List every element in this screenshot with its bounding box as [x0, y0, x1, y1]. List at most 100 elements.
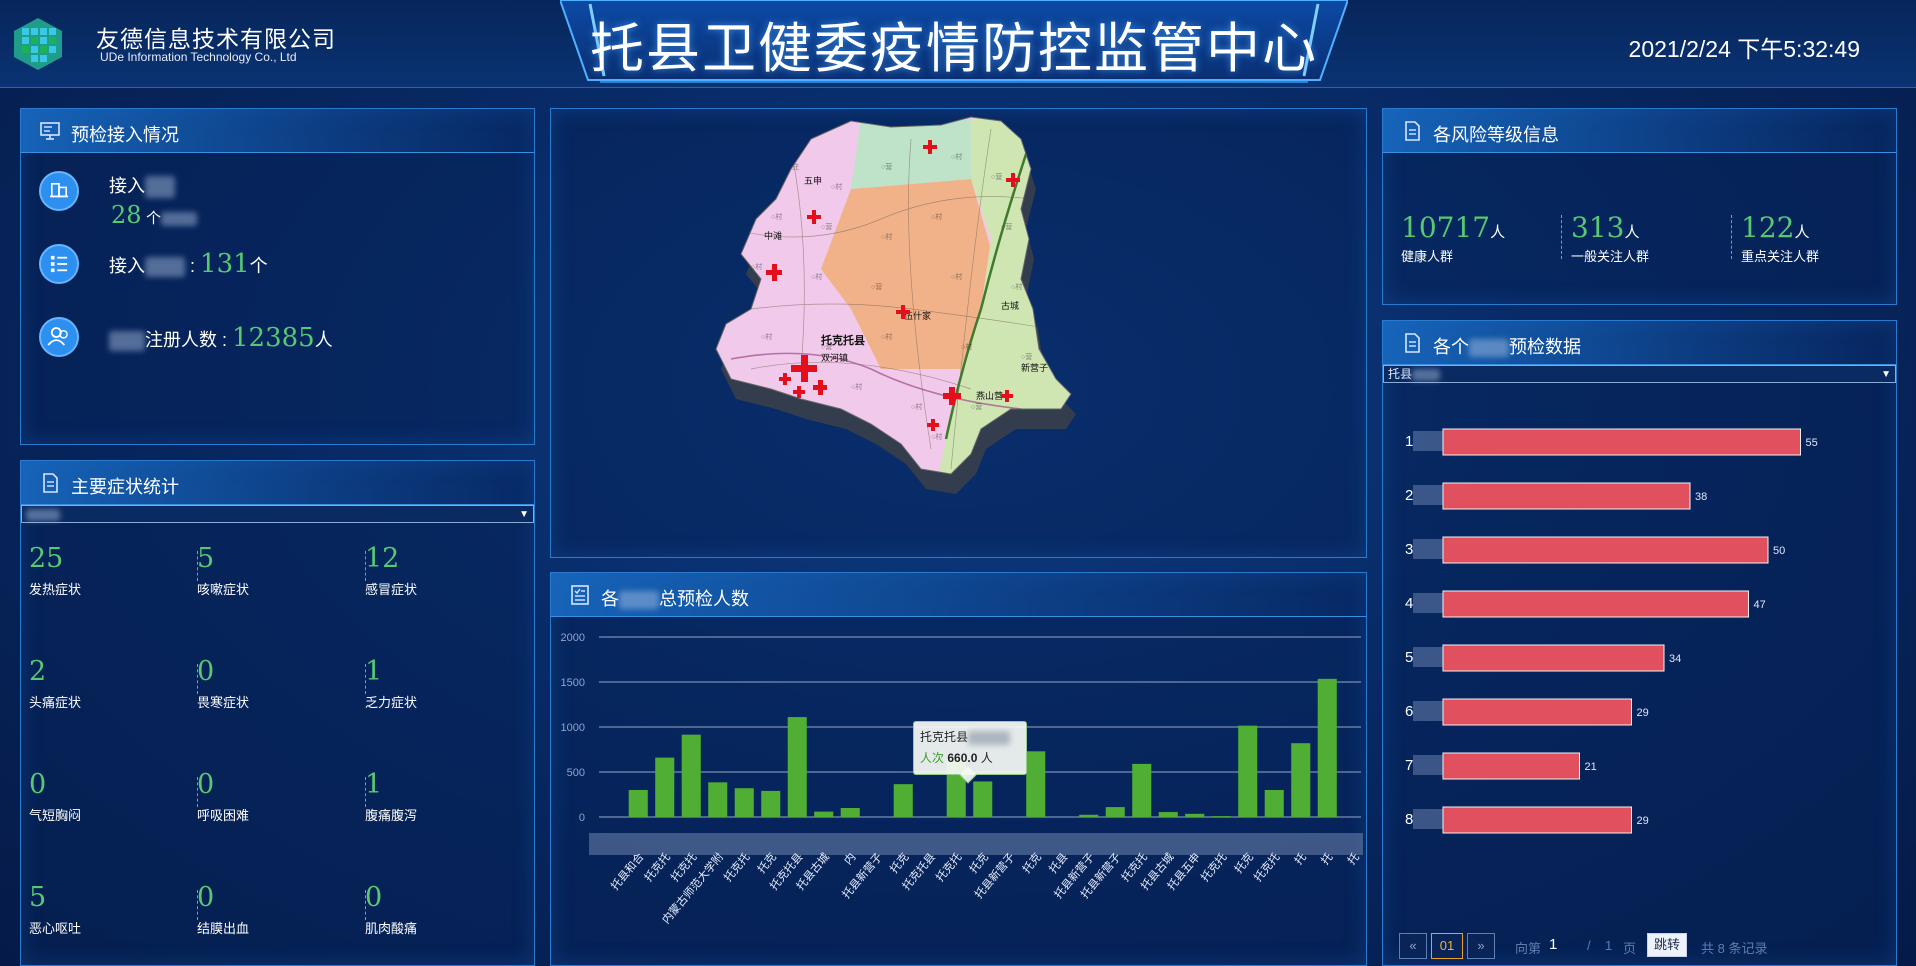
town-bar[interactable]: [814, 811, 834, 817]
county-map[interactable]: ○村庄○村○营○村○营 ○村○营○村○村○营 ○村○村○营○村○村 ○村○营○村…: [551, 109, 1368, 559]
site-label: 3: [1405, 541, 1413, 558]
symptom-count: 5: [29, 882, 47, 913]
site-bar[interactable]: [1442, 536, 1769, 564]
tooltip-title: 托克托县: [920, 730, 969, 744]
site-bar[interactable]: [1442, 428, 1801, 456]
prev-page-button[interactable]: «: [1399, 933, 1427, 959]
town-bar[interactable]: [840, 808, 860, 817]
site-bar[interactable]: [1442, 698, 1632, 726]
bar-value-label: 55: [1806, 437, 1818, 449]
svg-text:○村: ○村: [951, 272, 962, 281]
risk-level-panel: 各风险等级信息 10717人 健康人群 313人 一般关注人群 122人 重点关注人群: [1382, 108, 1897, 305]
site-precheck-bar-chart[interactable]: 1 55 2 38 3 50 4 47 5 34 6 29 7 21 8 29: [1383, 385, 1896, 885]
town-bar[interactable]: [1317, 678, 1337, 817]
town-label: 托克托县: [821, 333, 865, 347]
town-bar[interactable]: [1185, 813, 1205, 817]
pager-slash: /: [1587, 938, 1591, 953]
access-row2: 接入 : 131个: [109, 249, 268, 279]
redacted-text: [145, 257, 185, 278]
symptom-label: 气短胸闷: [29, 808, 82, 823]
document-icon: [43, 473, 58, 493]
town-bar[interactable]: [1238, 725, 1258, 817]
site-label: 4: [1405, 595, 1413, 612]
risk-stat: 313人 一般关注人群: [1561, 211, 1731, 265]
stat-divider: [1561, 215, 1562, 259]
page-number-button[interactable]: 01: [1431, 933, 1463, 959]
symptom-label: 腹痛腹泻: [365, 808, 418, 823]
redacted-text: [26, 508, 60, 521]
site-bar[interactable]: [1442, 482, 1691, 510]
x-tick-label: 托县和合: [608, 850, 647, 893]
risk-count: 313: [1571, 211, 1625, 244]
town-bar[interactable]: [1026, 751, 1046, 817]
town-bar[interactable]: [761, 790, 781, 817]
town-bar[interactable]: [628, 790, 648, 817]
next-page-button[interactable]: »: [1467, 933, 1495, 959]
town-bar[interactable]: [1264, 790, 1284, 817]
tooltip-unit: 人: [980, 751, 993, 765]
symptom-label: 呼吸困难: [197, 808, 250, 823]
access-row1-value-group: 28 个: [111, 201, 198, 229]
document-icon: [1405, 121, 1420, 141]
site-filter-value: 托县: [1388, 367, 1413, 381]
site-bar[interactable]: [1442, 752, 1580, 780]
company-logo-icon: [14, 18, 62, 70]
bar-value-label: 34: [1669, 653, 1681, 665]
risk-unit: 人: [1794, 224, 1810, 241]
symptom-panel: 主要症状统计 ▼ 25 发热症状 5 咳嗽症状 12 感冒症状 2 头痛症状 0 畏寒症状 1 乏力症…: [20, 460, 535, 966]
symptom-filter-select[interactable]: ▼: [21, 505, 534, 523]
town-panel-header: 各 总预检人数: [551, 573, 1366, 617]
tooltip-value: 660.0: [947, 751, 978, 765]
site-bar[interactable]: [1442, 590, 1749, 618]
precheck-panel-title: 预检接入情况: [71, 125, 179, 145]
chevron-down-icon: ▼: [519, 509, 529, 520]
town-bar[interactable]: [1132, 763, 1152, 817]
town-bar[interactable]: [787, 717, 807, 817]
town-bar[interactable]: [1158, 812, 1178, 817]
town-bar[interactable]: [1079, 814, 1099, 817]
svg-text:○营: ○营: [871, 282, 882, 291]
town-bar[interactable]: [681, 734, 701, 817]
symptom-stat: 5 咳嗽症状: [197, 543, 367, 633]
site-filter-select[interactable]: 托县 ▼: [1383, 365, 1896, 383]
town-bar[interactable]: [1105, 807, 1125, 817]
town-label: 燕山营: [976, 390, 1003, 401]
town-bar[interactable]: [973, 781, 993, 817]
redacted-text: [1413, 539, 1443, 559]
town-label: 五申: [804, 175, 822, 186]
town-bar[interactable]: [893, 784, 913, 817]
town-bar[interactable]: [1211, 816, 1231, 817]
x-tick-label: 托克托: [933, 850, 965, 884]
redacted-text: [968, 730, 1011, 745]
town-bar[interactable]: [655, 757, 675, 817]
site-bar[interactable]: [1442, 806, 1632, 834]
company-english-name: UDe Information Technology Co., Ltd: [100, 50, 297, 64]
goto-page-input[interactable]: 1: [1549, 936, 1557, 953]
town-bar[interactable]: [1291, 743, 1311, 817]
town-panel-title-a: 各: [601, 589, 619, 609]
bar-value-label: 29: [1637, 707, 1649, 719]
town-bar[interactable]: [708, 782, 728, 817]
jump-button[interactable]: 跳转: [1647, 933, 1687, 957]
town-precheck-bar-chart[interactable]: 0500100015002000托县和合托克托托克托内蒙古师范大学附托克托 托克托…: [551, 617, 1368, 965]
stat-divider: [1731, 215, 1732, 259]
town-bar[interactable]: [734, 788, 754, 817]
risk-panel-header: 各风险等级信息: [1383, 109, 1896, 153]
users-icon: [39, 317, 79, 357]
y-tick-label: 2000: [561, 632, 585, 644]
access-row1-unit: 个: [146, 210, 162, 227]
pagination: « 01 » 向第 1 / 1 页 跳转 共 8 条记录: [1399, 933, 1879, 961]
bar-value-label: 21: [1585, 761, 1597, 773]
svg-text:○村: ○村: [931, 212, 942, 221]
symptom-stat: 0 呼吸困难: [197, 769, 367, 859]
goto-label: 向第: [1515, 941, 1542, 956]
site-bar[interactable]: [1442, 644, 1665, 672]
registered-value: 12385: [232, 323, 315, 353]
list-icon: [39, 244, 79, 284]
symptom-stat: 0 结膜出血: [197, 882, 367, 966]
town-label: 古城: [1001, 300, 1019, 311]
symptom-stat: 0 畏寒症状: [197, 656, 367, 746]
symptom-stat: 1 腹痛腹泻: [365, 769, 535, 859]
risk-unit: 人: [1624, 224, 1640, 241]
svg-text:○村: ○村: [1011, 282, 1022, 291]
